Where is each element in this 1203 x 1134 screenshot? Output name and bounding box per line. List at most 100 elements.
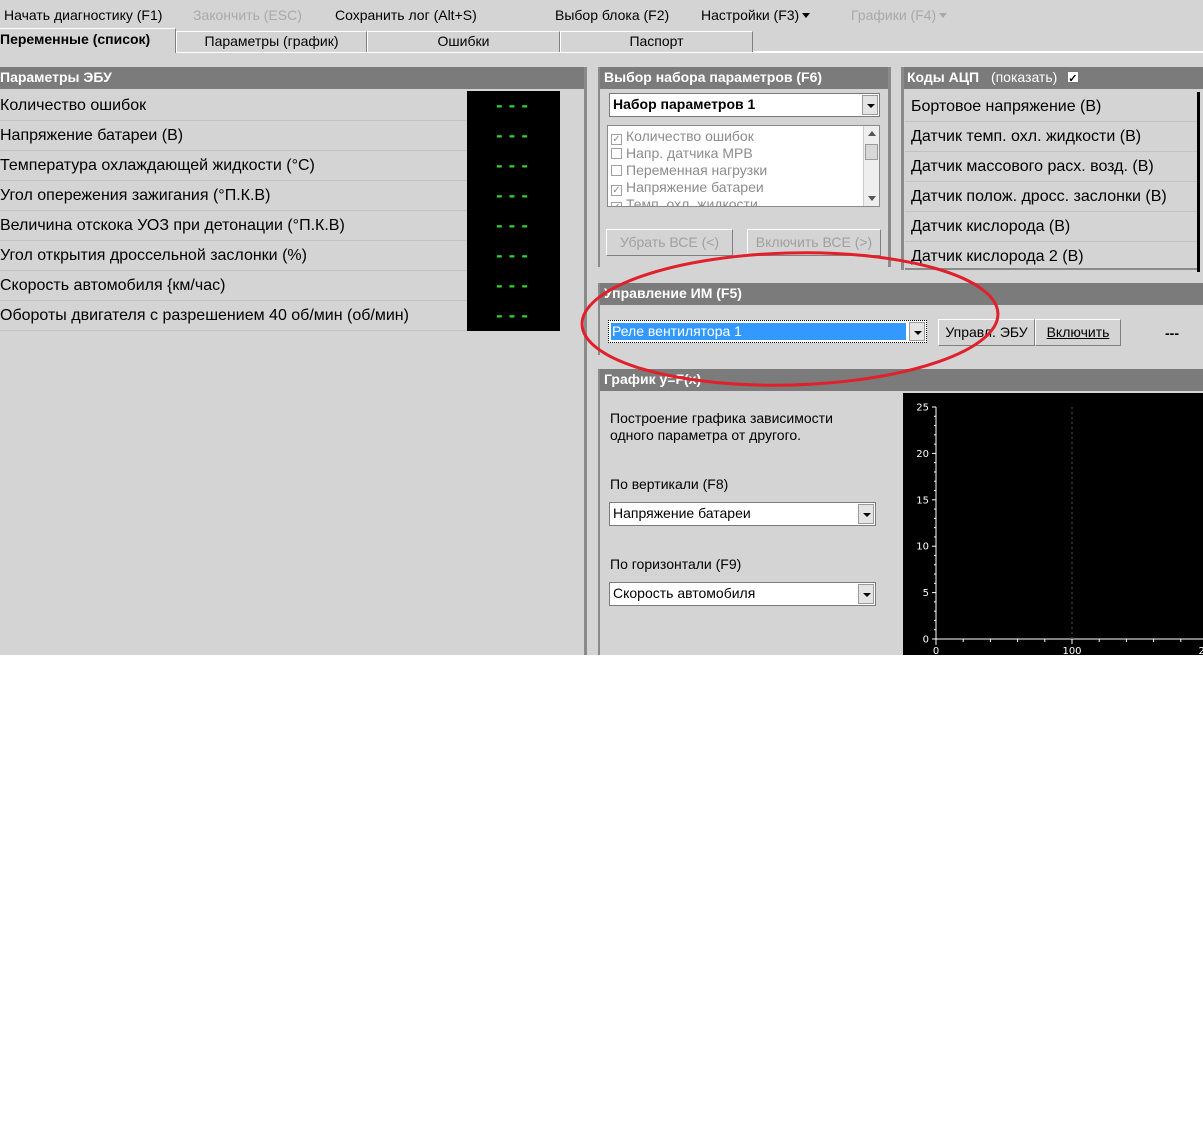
table-row: Датчик кислорода (В) [905,212,1200,242]
panel-border [598,283,600,355]
y-tick-label: 25 [916,403,929,414]
list-item-label: Количество ошибок [626,128,754,144]
vertical-param-selected: Напряжение батареи [613,505,751,521]
list-item[interactable]: ✓ Количество ошибок [611,128,754,145]
list-item-label: Напр. датчика МРВ [626,145,753,161]
panel-border [901,67,904,270]
param-set-listbox[interactable]: ✓ Количество ошибок Напр. датчика МРВ Пер… [607,125,880,207]
vertical-axis-label: По вертикали (F8) [610,476,729,492]
param-value: --- [467,121,560,151]
table-row: Величина отскока УОЗ при детонации (°П.К… [0,211,560,241]
y-tick-label: 20 [916,449,929,460]
adc-value [1197,212,1200,242]
checkbox-icon[interactable] [611,148,622,159]
menu-stop[interactable]: Закончить (ESC) [193,7,302,23]
menu-settings-label: Настройки (F3) [701,7,800,23]
vertical-param-select[interactable]: Напряжение батареи [609,502,876,526]
list-item-label: Напряжение батареи [626,179,764,195]
chevron-down-icon[interactable] [909,322,925,341]
checkbox-checked-icon[interactable]: ✓ [611,202,622,206]
tab-errors[interactable]: Ошибки [367,31,560,52]
table-row: Бортовое напряжение (В) [905,92,1200,122]
chevron-down-icon[interactable] [858,584,874,604]
adc-value [1197,122,1200,152]
scroll-up-icon[interactable] [868,131,876,136]
remove-all-button[interactable]: Убрать ВСЕ (<) [606,229,733,256]
list-item[interactable]: ✓ Темп. охл. жидкости [611,196,758,207]
param-value: --- [467,301,560,331]
include-all-button[interactable]: Включить ВСЕ (>) [747,229,881,256]
param-value: --- [467,151,560,181]
list-item[interactable]: ✓ Напряжение батареи [611,179,764,196]
menu-save-log[interactable]: Сохранить лог (Alt+S) [335,7,477,23]
chevron-down-icon[interactable] [858,504,874,524]
enable-button[interactable]: Включить [1035,319,1121,346]
param-value: --- [467,271,560,301]
scroll-down-icon[interactable] [868,196,876,201]
param-label: Величина отскока УОЗ при детонации (°П.К… [0,217,345,234]
diagnostic-app-window: Начать диагностику (F1) Закончить (ESC) … [0,0,1203,655]
menu-select-block[interactable]: Выбор блока (F2) [555,7,669,23]
chevron-down-icon[interactable] [862,95,878,115]
x-tick-label: 100 [1062,646,1081,655]
param-value: --- [467,181,560,211]
graph-plot[interactable]: 25 20 15 10 5 00 100 200 [903,393,1203,655]
checkbox-checked-icon[interactable]: ✓ [611,185,622,196]
adc-label: Датчик кислорода 2 (В) [911,248,1084,265]
param-label: Угол опережения зажигания (°П.К.В) [0,187,271,204]
menu-graphs[interactable]: Графики (F4) [851,7,948,23]
tab-variables-list[interactable]: Переменные (список) [0,28,176,53]
list-item-label: Темп. охл. жидкости [626,196,758,207]
actuator-select[interactable]: Реле вентилятора 1 [608,320,927,343]
param-value: --- [467,211,560,241]
list-item[interactable]: Переменная нагрузки [611,162,767,178]
table-row: Напряжение батареи (В) --- [0,121,560,151]
actuator-header: Управление ИМ (F5) [600,283,1203,305]
horizontal-param-select[interactable]: Скорость автомобиля [609,582,876,606]
param-set-header: Выбор набора параметров (F6) [600,67,890,89]
table-row: Угол открытия дроссельной заслонки (%) --… [0,241,560,271]
adc-label: Бортовое напряжение (В) [911,98,1102,115]
param-label: Угол открытия дроссельной заслонки (%) [0,247,307,264]
adc-value [1197,182,1200,212]
param-value: --- [467,241,560,271]
table-row: Скорость автомобиля {км/час) --- [0,271,560,301]
y-tick-label: 15 [916,495,929,506]
adc-header-title: Коды АЦП [907,69,980,85]
tab-parameters-graph[interactable]: Параметры (график) [176,31,367,52]
panel-border [598,369,600,655]
param-label: Напряжение батареи (В) [0,127,184,144]
list-item-label: Переменная нагрузки [626,162,768,178]
menu-start-diagnostics[interactable]: Начать диагностику (F1) [4,7,162,23]
y-tick-label: 10 [916,542,929,553]
graph-header: График y=F(x) [600,369,1203,391]
adc-label: Датчик полож. дросс. заслонки (В) [911,188,1167,205]
checkbox-icon[interactable] [611,165,622,176]
actuator-selected: Реле вентилятора 1 [612,323,742,339]
adc-value [1197,92,1200,122]
ecu-control-button[interactable]: Управл. ЭБУ [938,319,1035,346]
listbox-scrollbar[interactable] [863,126,879,206]
param-label: Температура охлаждающей жидкости (°С) [0,157,315,174]
tab-passport[interactable]: Паспорт [560,31,753,52]
param-set-select[interactable]: Набор параметров 1 [609,93,880,117]
param-label: Скорость автомобиля {км/час) [0,277,226,294]
checkbox-checked-icon[interactable]: ✓ [611,134,622,145]
table-row: Количество ошибок --- [0,91,560,121]
panel-border [888,67,891,267]
menu-settings[interactable]: Настройки (F3) [701,7,811,23]
adc-value [1197,152,1200,182]
adc-show-checkbox[interactable] [1067,69,1080,90]
table-row: Температура охлаждающей жидкости (°С) --- [0,151,560,181]
panel-splitter[interactable] [584,67,587,655]
chevron-down-icon [939,13,948,18]
scrollbar-thumb[interactable] [865,144,878,160]
graph-plot-svg: 25 20 15 10 5 00 100 200 [916,403,1203,655]
table-row: Датчик полож. дросс. заслонки (В) [905,182,1200,212]
table-row: Датчик массового расх. возд. (В) [905,152,1200,182]
horizontal-axis-label: По горизонтали (F9) [610,556,742,572]
horizontal-param-selected: Скорость автомобиля [613,585,756,601]
adc-label: Датчик темп. охл. жидкости (В) [911,128,1142,145]
adc-label: Датчик массового расх. возд. (В) [911,158,1154,175]
list-item[interactable]: Напр. датчика МРВ [611,145,753,161]
